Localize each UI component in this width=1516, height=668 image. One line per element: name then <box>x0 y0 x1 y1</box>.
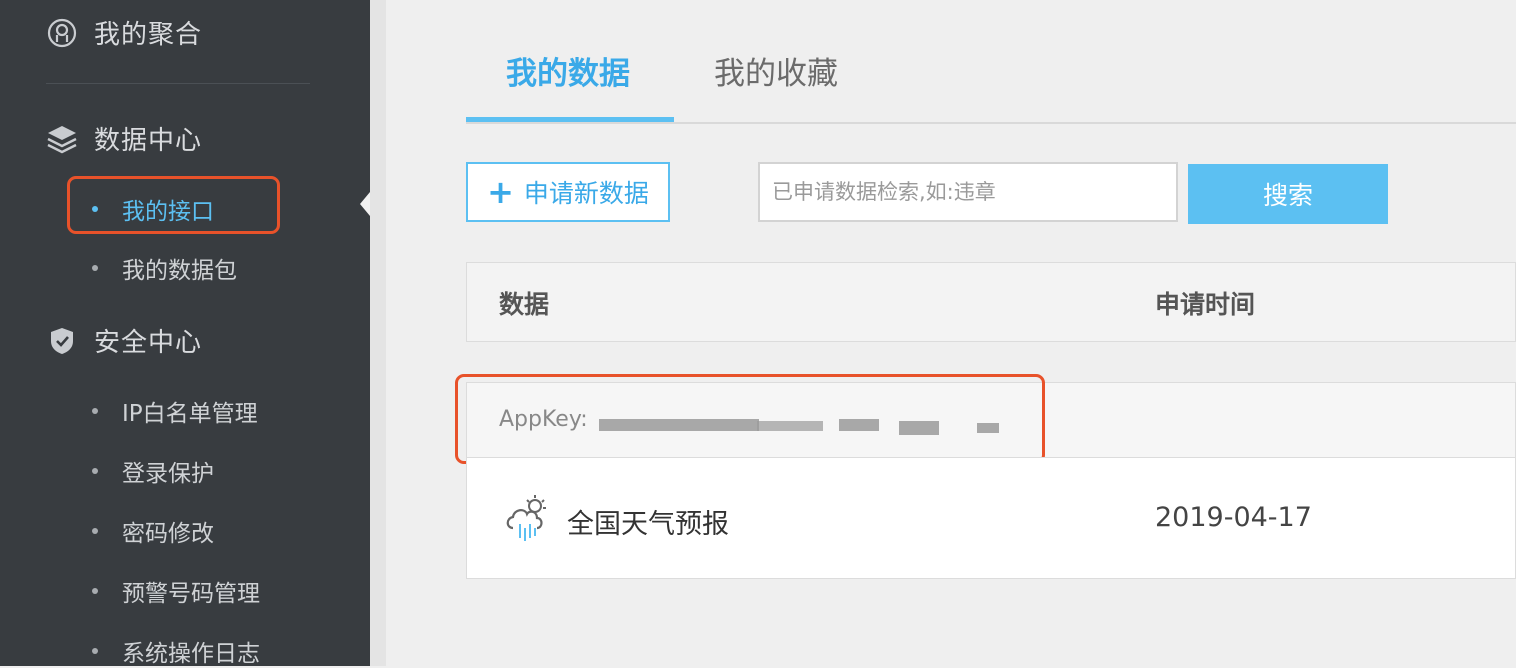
tab-bar: 我的数据 我的收藏 <box>466 0 1516 124</box>
sidebar-item-label: 密码修改 <box>122 521 214 547</box>
bullet-icon <box>92 408 98 414</box>
appkey-label: AppKey: <box>499 407 588 432</box>
table-header: 数据 申请时间 <box>466 262 1516 342</box>
sidebar-item-ip-whitelist[interactable]: IP白名单管理 <box>92 394 258 428</box>
layers-icon <box>46 123 78 155</box>
bullet-icon <box>92 265 98 271</box>
tab-active-indicator <box>466 117 674 122</box>
tab-my-favorites[interactable]: 我的收藏 <box>714 48 838 93</box>
sidebar-item-label: 我的接口 <box>122 199 214 225</box>
bullet-icon <box>92 206 98 212</box>
tab-my-data[interactable]: 我的数据 <box>506 48 630 93</box>
apply-new-data-button[interactable]: + 申请新数据 <box>466 162 670 222</box>
plus-icon: + <box>487 173 514 211</box>
appkey-row: AppKey: <box>466 382 1516 458</box>
sidebar-item-label: 系统操作日志 <box>122 641 260 667</box>
user-circle-icon <box>46 17 78 49</box>
sidebar-gutter <box>370 0 386 666</box>
sidebar-item-login-protection[interactable]: 登录保护 <box>92 454 214 488</box>
main-content: 我的数据 我的收藏 + 申请新数据 搜索 数据 申请时间 AppKey: 全国天… <box>386 0 1516 666</box>
apply-date: 2019-04-17 <box>1155 502 1312 533</box>
sidebar-group-security-center[interactable]: 安全中心 <box>46 322 202 359</box>
sidebar-item-operation-log[interactable]: 系统操作日志 <box>92 634 260 668</box>
bullet-icon <box>92 528 98 534</box>
shield-check-icon <box>46 325 78 357</box>
column-header-apply-time: 申请时间 <box>1155 290 1256 319</box>
sidebar-group-label: 安全中心 <box>94 328 203 358</box>
bullet-icon <box>92 468 98 474</box>
sidebar-item-label: 登录保护 <box>122 461 214 487</box>
bullet-icon <box>92 588 98 594</box>
weather-cloud-sun-rain-icon <box>503 494 553 544</box>
search-button[interactable]: 搜索 <box>1188 164 1388 224</box>
data-name[interactable]: 全国天气预报 <box>567 502 729 541</box>
redacted-appkey-value <box>757 421 823 431</box>
column-header-data: 数据 <box>499 290 550 319</box>
table-row[interactable]: 全国天气预报 2019-04-17 <box>466 457 1516 579</box>
bullet-icon <box>92 648 98 654</box>
sidebar-item-label: IP白名单管理 <box>122 401 258 427</box>
apply-button-label: 申请新数据 <box>523 179 649 208</box>
redacted-appkey-value <box>977 423 999 433</box>
sidebar-item-my-interfaces[interactable]: 我的接口 <box>92 192 214 226</box>
sidebar-item-password-change[interactable]: 密码修改 <box>92 514 214 548</box>
redacted-appkey-value <box>899 421 939 435</box>
sidebar-item-alert-numbers[interactable]: 预警号码管理 <box>92 574 260 608</box>
sidebar-item-label: 我的数据包 <box>122 258 237 284</box>
sidebar-divider <box>46 83 310 84</box>
sidebar-group-label: 数据中心 <box>94 126 203 156</box>
sidebar-collapse-handle[interactable] <box>360 192 370 216</box>
sidebar-item-label: 预警号码管理 <box>122 581 260 607</box>
sidebar: 我的聚合 数据中心 我的接口 我的数据包 安全中心 IP白名单管理 登录保护 密… <box>0 0 370 668</box>
sidebar-item-label: 我的聚合 <box>94 20 203 50</box>
sidebar-item-my-aggregation[interactable]: 我的聚合 <box>46 14 202 51</box>
search-input[interactable] <box>758 162 1178 222</box>
redacted-appkey-value <box>839 419 879 431</box>
sidebar-group-data-center[interactable]: 数据中心 <box>46 120 202 157</box>
redacted-appkey-value <box>599 419 759 431</box>
sidebar-item-my-data-packages[interactable]: 我的数据包 <box>92 251 237 285</box>
